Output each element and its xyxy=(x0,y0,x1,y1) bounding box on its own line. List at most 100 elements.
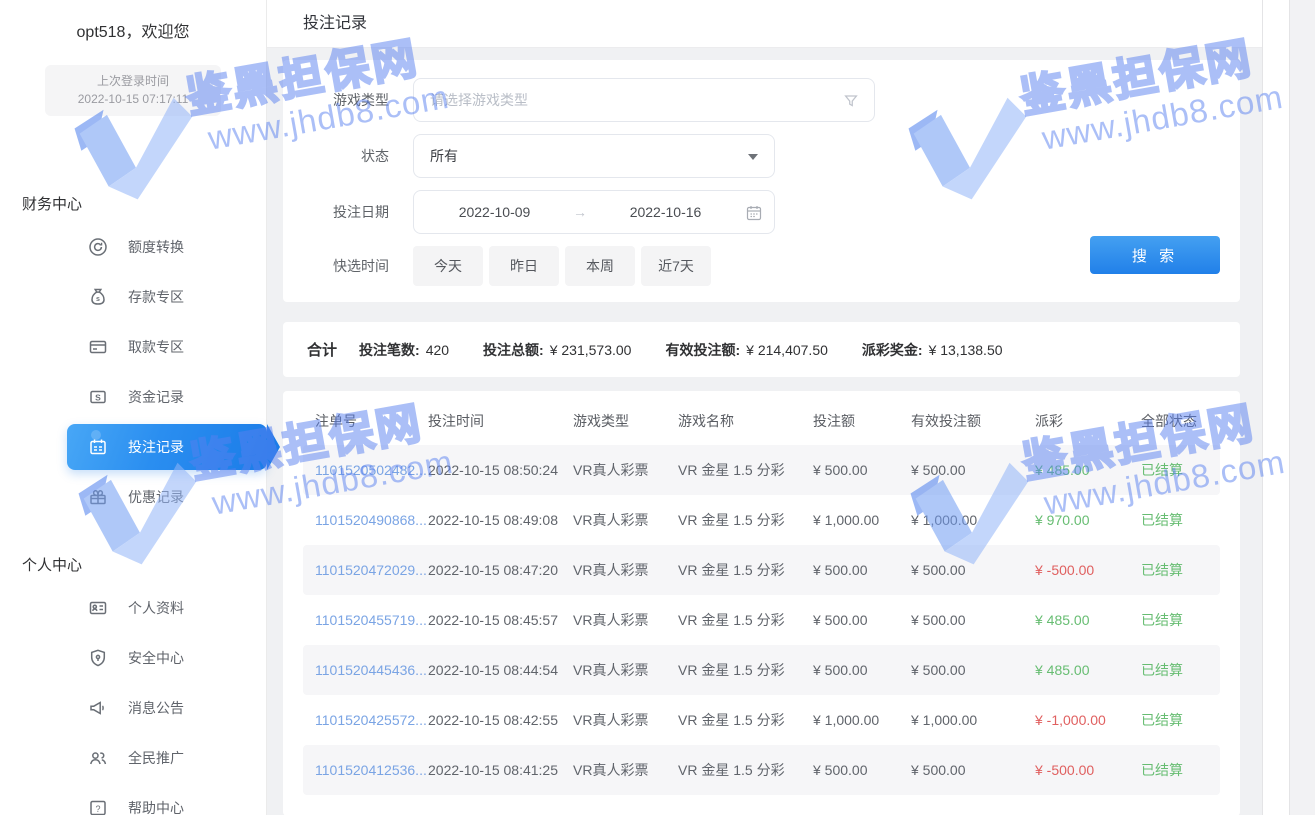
game-type: VR真人彩票 xyxy=(573,512,648,528)
bet-amount: ¥ 1,000.00 xyxy=(813,512,879,528)
sidebar-item-label: 全民推广 xyxy=(128,748,184,768)
sidebar-item-label: 资金记录 xyxy=(128,387,184,407)
filter-funnel-icon xyxy=(842,92,860,110)
status-value: 所有 xyxy=(430,146,458,166)
sidebar-item-profile[interactable]: 个人资料 xyxy=(67,583,267,633)
calendar-icon xyxy=(746,205,762,221)
sidebar-item-label: 额度转换 xyxy=(128,237,184,257)
game-name: VR 金星 1.5 分彩 xyxy=(678,612,785,628)
sidebar-item-help[interactable]: ? 帮助中心 xyxy=(67,783,267,815)
refresh-icon xyxy=(88,237,108,257)
sidebar-item-announcements[interactable]: 消息公告 xyxy=(67,683,267,733)
game-type-select[interactable]: 请选择游戏类型 xyxy=(413,78,875,122)
valid-bet-amount: ¥ 500.00 xyxy=(911,612,966,628)
summary-bet-total: 投注总额:¥ 231,573.00 xyxy=(483,340,631,360)
sidebar-item-label: 投注记录 xyxy=(128,437,184,457)
bet-records-table: 注单号 投注时间 游戏类型 游戏名称 投注额 有效投注额 派彩 全部状态 110… xyxy=(303,397,1220,795)
col-bet-amount: 投注额 xyxy=(813,397,911,445)
summary-payout: 派彩奖金:¥ 13,138.50 xyxy=(862,340,1003,360)
bet-time: 2022-10-15 08:44:54 xyxy=(428,662,558,678)
game-type: VR真人彩票 xyxy=(573,762,648,778)
game-name: VR 金星 1.5 分彩 xyxy=(678,662,785,678)
col-payout: 派彩 xyxy=(1035,397,1141,445)
status-badge: 已结算 xyxy=(1141,662,1183,678)
bet-amount: ¥ 500.00 xyxy=(813,612,868,628)
order-id-link[interactable]: 1101520425572... xyxy=(315,712,427,728)
table-row: 1101520425572...2022-10-15 08:42:55VR真人彩… xyxy=(303,695,1220,745)
payout-amount: ¥ 485.00 xyxy=(1035,612,1090,628)
quick-this-week-button[interactable]: 本周 xyxy=(565,246,635,286)
bet-time: 2022-10-15 08:41:25 xyxy=(428,762,558,778)
funds-icon: S xyxy=(88,387,108,407)
status-label: 状态 xyxy=(303,146,389,166)
col-valid-bet: 有效投注额 xyxy=(911,397,1035,445)
bankcard-icon xyxy=(88,337,108,357)
idcard-icon xyxy=(88,598,108,618)
search-button[interactable]: 搜 索 xyxy=(1090,236,1220,274)
bet-time: 2022-10-15 08:49:08 xyxy=(428,512,558,528)
date-range-input[interactable]: 2022-10-09 → 2022-10-16 xyxy=(413,190,775,234)
date-end-value[interactable]: 2022-10-16 xyxy=(595,204,736,220)
order-id-link[interactable]: 1101520445436... xyxy=(315,662,427,678)
status-select[interactable]: 所有 xyxy=(413,134,775,178)
last-login-time: 2022-10-15 07:17:11 xyxy=(45,90,221,108)
people-icon xyxy=(88,748,108,768)
order-id-link[interactable]: 1101520455719... xyxy=(315,612,427,628)
quick-last7days-button[interactable]: 近7天 xyxy=(641,246,711,286)
payout-amount: ¥ -500.00 xyxy=(1035,562,1094,578)
sidebar-item-referral[interactable]: 全民推广 xyxy=(67,733,267,783)
order-id-link[interactable]: 1101520472029... xyxy=(315,562,427,578)
sidebar-section-personal: 个人中心 xyxy=(22,554,266,575)
col-game-name: 游戏名称 xyxy=(678,397,813,445)
quick-yesterday-button[interactable]: 昨日 xyxy=(489,246,559,286)
game-type: VR真人彩票 xyxy=(573,612,648,628)
scrollbar[interactable] xyxy=(1262,0,1290,815)
sidebar-item-label: 优惠记录 xyxy=(128,487,184,507)
sidebar-item-quota-transfer[interactable]: 额度转换 xyxy=(67,222,267,272)
bet-amount: ¥ 500.00 xyxy=(813,662,868,678)
status-badge: 已结算 xyxy=(1141,712,1183,728)
order-id-link[interactable]: 1101520490868... xyxy=(315,512,427,528)
sidebar-item-label: 个人资料 xyxy=(128,598,184,618)
filter-panel: 游戏类型 请选择游戏类型 状态 所有 投注日期 2022-10-09 → 202… xyxy=(283,60,1240,302)
sidebar-item-withdraw[interactable]: 取款专区 xyxy=(67,322,267,372)
col-bet-time: 投注时间 xyxy=(428,397,573,445)
bet-records-table-card: 注单号 投注时间 游戏类型 游戏名称 投注额 有效投注额 派彩 全部状态 110… xyxy=(283,391,1240,815)
sidebar-item-label: 存款专区 xyxy=(128,287,184,307)
last-login-label: 上次登录时间 xyxy=(45,72,221,90)
sidebar-item-deposit[interactable]: s存款专区 xyxy=(67,272,267,322)
date-start-value[interactable]: 2022-10-09 xyxy=(424,204,565,220)
megaphone-icon xyxy=(88,698,108,718)
svg-text:?: ? xyxy=(95,804,100,814)
summary-bar: 合计 投注笔数:420 投注总额:¥ 231,573.00 有效投注额:¥ 21… xyxy=(283,322,1240,377)
table-row: 1101520412536...2022-10-15 08:41:25 VR真人彩… xyxy=(303,745,1220,795)
bet-amount: ¥ 1,000.00 xyxy=(813,712,879,728)
bet-time: 2022-10-15 08:45:57 xyxy=(428,612,558,628)
order-id-link[interactable]: 1101520502482... xyxy=(315,462,427,478)
bet-time: 2022-10-15 08:47:20 xyxy=(428,562,558,578)
sidebar-item-funds-record[interactable]: S 资金记录 xyxy=(67,372,267,422)
table-row: 1101520455719...2022-10-15 08:45:57 VR真人彩… xyxy=(303,595,1220,645)
status-badge: 已结算 xyxy=(1141,612,1183,628)
game-type: VR真人彩票 xyxy=(573,462,648,478)
payout-amount: ¥ 485.00 xyxy=(1035,662,1090,678)
user-greeting: opt518，欢迎您 xyxy=(0,0,266,42)
sidebar-item-label: 帮助中心 xyxy=(128,798,184,815)
sidebar-item-promo-record[interactable]: 优惠记录 xyxy=(67,472,267,522)
game-type: VR真人彩票 xyxy=(573,662,648,678)
valid-bet-amount: ¥ 500.00 xyxy=(911,662,966,678)
sidebar-item-security[interactable]: 安全中心 xyxy=(67,633,267,683)
game-name: VR 金星 1.5 分彩 xyxy=(678,712,785,728)
window-edge xyxy=(1290,0,1315,815)
game-type: VR真人彩票 xyxy=(573,712,648,728)
order-id-link[interactable]: 1101520412536... xyxy=(315,762,427,778)
bet-time: 2022-10-15 08:50:24 xyxy=(428,462,558,478)
quick-today-button[interactable]: 今天 xyxy=(413,246,483,286)
sidebar-nav-personal: 个人资料安全中心消息公告全民推广? 帮助中心 xyxy=(0,583,266,815)
table-row: 1101520490868...2022-10-15 08:49:08 VR真人彩… xyxy=(303,495,1220,545)
table-row: 1101520445436...2022-10-15 08:44:54 VR真人彩… xyxy=(303,645,1220,695)
sidebar-item-label: 消息公告 xyxy=(128,698,184,718)
bet-amount: ¥ 500.00 xyxy=(813,762,868,778)
sidebar-item-bet-record[interactable]: 投注记录 xyxy=(67,424,267,470)
payout-amount: ¥ -1,000.00 xyxy=(1035,712,1106,728)
